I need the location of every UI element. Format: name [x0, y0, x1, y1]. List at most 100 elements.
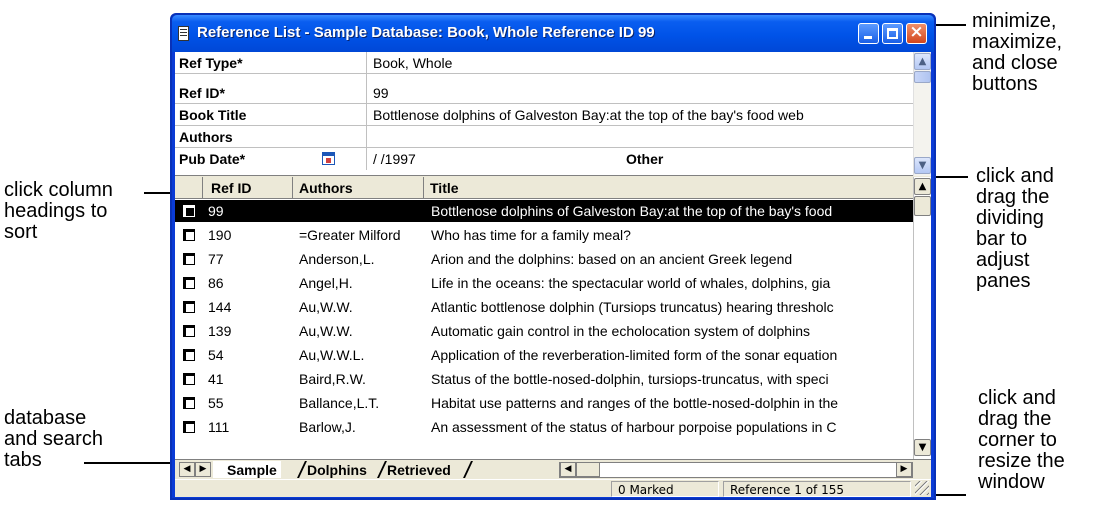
field-value[interactable]: 99 — [373, 85, 389, 101]
row-author: Barlow,J. — [299, 419, 356, 435]
minimize-button[interactable] — [858, 23, 879, 44]
scrollbar-thumb[interactable] — [914, 196, 931, 216]
list-row[interactable]: 54 Au,W.W.L. Application of the reverber… — [175, 344, 913, 366]
callout-line: headings to — [4, 200, 108, 222]
horizontal-scrollbar[interactable]: ◀ ▶ — [559, 462, 913, 478]
mark-checkbox[interactable] — [183, 397, 195, 409]
close-button[interactable]: × — [906, 22, 927, 44]
list-header: Ref ID Authors Title — [175, 177, 913, 199]
list-row[interactable]: 77 Anderson,L. Arion and the dolphins: b… — [175, 248, 913, 270]
tab-scroll-right-icon[interactable]: ▶ — [195, 462, 211, 477]
field-label: Ref ID* — [179, 85, 225, 101]
row-title: Bottlenose dolphins of Galveston Bay:at … — [431, 203, 833, 219]
field-ref-id[interactable]: Ref ID* 99 — [175, 74, 913, 104]
mark-checkbox[interactable] — [183, 205, 195, 217]
row-title: An assessment of the status of harbour p… — [431, 419, 837, 435]
tab-separator — [463, 461, 473, 478]
callout-pointer — [934, 494, 966, 496]
mark-checkbox[interactable] — [183, 421, 195, 433]
column-header-ref-id[interactable]: Ref ID — [203, 177, 293, 199]
list-row[interactable]: 55 Ballance,L.T. Habitat use patterns an… — [175, 392, 913, 414]
scroll-down-icon[interactable]: ▼ — [914, 439, 931, 456]
row-ref-id: 41 — [208, 371, 224, 387]
row-ref-id: 55 — [208, 395, 224, 411]
field-ref-type[interactable]: Ref Type* Book, Whole — [175, 52, 913, 74]
tab-sample[interactable]: Sample — [213, 461, 281, 478]
callout-line: tabs — [4, 449, 42, 471]
mark-checkbox[interactable] — [183, 301, 195, 313]
database-tab-strip: ◀ ▶ Sample Dolphins Retrieved ◀ ▶ — [175, 459, 931, 479]
callout-line: minimize, — [972, 10, 1057, 32]
column-header-authors[interactable]: Authors — [293, 177, 424, 199]
row-title: Habitat use patterns and ranges of the b… — [431, 395, 839, 411]
mark-checkbox[interactable] — [183, 253, 195, 265]
field-pub-date[interactable]: Pub Date* / /1997 Other — [175, 148, 913, 170]
mark-checkbox[interactable] — [183, 229, 195, 241]
field-value[interactable]: Book, Whole — [373, 55, 452, 71]
row-ref-id: 111 — [208, 419, 230, 435]
record-detail-pane: Ref Type* Book, Whole Ref ID* 99 Book Ti… — [175, 52, 931, 176]
field-divider — [366, 148, 367, 170]
callout-resize-window: click and drag the corner to resize the … — [978, 388, 1065, 493]
row-author: Angel,H. — [299, 275, 353, 291]
field-label: Book Title — [179, 107, 247, 123]
tab-dolphins[interactable]: Dolphins — [293, 461, 371, 478]
callout-line: click and — [978, 387, 1056, 409]
callout-line: database — [4, 407, 87, 429]
calendar-icon[interactable] — [322, 152, 335, 165]
reference-list-window: Reference List - Sample Database: Book, … — [170, 13, 936, 500]
row-title: Who has time for a family meal? — [431, 227, 631, 243]
mark-checkbox[interactable] — [183, 325, 195, 337]
scroll-down-icon[interactable]: ▼ — [914, 157, 931, 174]
callout-line: and search — [4, 428, 103, 450]
field-authors[interactable]: Authors — [175, 126, 913, 148]
list-row[interactable]: 99 Bottlenose dolphins of Galveston Bay:… — [175, 200, 913, 222]
field-divider — [366, 104, 367, 126]
scroll-left-icon[interactable]: ◀ — [560, 462, 576, 477]
list-row[interactable]: 139 Au,W.W. Automatic gain control in th… — [175, 320, 913, 342]
maximize-button[interactable] — [882, 23, 903, 44]
scroll-right-icon[interactable]: ▶ — [896, 462, 912, 477]
tab-retrieved[interactable]: Retrieved — [373, 461, 455, 478]
field-book-title[interactable]: Book Title Bottlenose dolphins of Galves… — [175, 104, 913, 126]
list-scrollbar[interactable]: ▲ ▼ — [913, 177, 931, 459]
field-value[interactable]: Bottlenose dolphins of Galveston Bay:at … — [373, 107, 804, 123]
field-divider — [366, 74, 367, 104]
row-author: =Greater Milford — [299, 227, 401, 243]
callout-line: maximize, — [972, 31, 1063, 53]
column-header-blank[interactable] — [175, 177, 203, 199]
row-title: Atlantic bottlenose dolphin (Tursiops tr… — [431, 299, 834, 315]
row-author: Anderson,L. — [299, 251, 375, 267]
row-ref-id: 86 — [208, 275, 224, 291]
scrollbar-thumb[interactable] — [914, 71, 931, 83]
row-ref-id: 77 — [208, 251, 224, 267]
column-header-title[interactable]: Title — [424, 177, 913, 199]
list-row[interactable]: 86 Angel,H. Life in the oceans: the spec… — [175, 272, 913, 294]
list-row[interactable]: 41 Baird,R.W. Status of the bottle-nosed… — [175, 368, 913, 390]
row-author: Au,W.W.L. — [299, 347, 365, 363]
field-label: Authors — [179, 129, 233, 145]
list-row[interactable]: 144 Au,W.W. Atlantic bottlenose dolphin … — [175, 296, 913, 318]
callout-line: bar to — [976, 228, 1028, 250]
record-scrollbar[interactable]: ▲ ▼ — [913, 52, 931, 176]
list-row[interactable]: 190 =Greater Milford Who has time for a … — [175, 224, 913, 246]
scroll-up-icon[interactable]: ▲ — [914, 178, 931, 195]
title-bar[interactable]: Reference List - Sample Database: Book, … — [172, 15, 934, 52]
callout-line: sort — [4, 221, 38, 243]
field-label: Pub Date* — [179, 151, 246, 167]
field-value[interactable]: / /1997 — [373, 151, 416, 167]
row-author: Ballance,L.T. — [299, 395, 380, 411]
mark-checkbox[interactable] — [183, 373, 195, 385]
callout-resize-panes: click and drag the dividing bar to adjus… — [976, 166, 1054, 292]
resize-grip-icon[interactable] — [915, 481, 929, 495]
mark-checkbox[interactable] — [183, 277, 195, 289]
minimize-icon — [864, 36, 872, 39]
scroll-up-icon[interactable]: ▲ — [914, 53, 931, 70]
row-ref-id: 99 — [208, 203, 224, 219]
row-title: Automatic gain control in the echolocati… — [431, 323, 810, 339]
tab-scroll-left-icon[interactable]: ◀ — [179, 462, 195, 477]
list-row[interactable]: 111 Barlow,J. An assessment of the statu… — [175, 416, 913, 438]
mark-checkbox[interactable] — [183, 349, 195, 361]
scrollbar-thumb[interactable] — [576, 462, 600, 477]
callout-line: drag the — [978, 408, 1052, 430]
